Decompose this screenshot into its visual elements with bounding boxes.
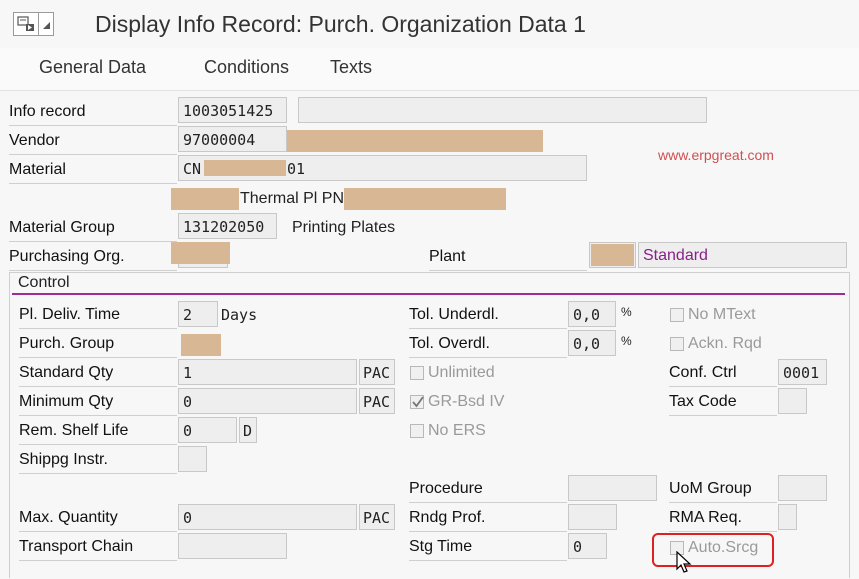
menu-dropdown-icon[interactable]	[38, 12, 54, 36]
conf-ctrl-label: Conf. Ctrl	[669, 360, 777, 387]
no-mtext-checkbox[interactable]	[670, 308, 684, 322]
pl-deliv-time-label: Pl. Deliv. Time	[19, 302, 177, 329]
highlight-box	[652, 533, 774, 567]
mouse-cursor-icon	[676, 551, 692, 573]
material-desc: Thermal Pl PN	[240, 190, 345, 207]
max-quantity-label: Max. Quantity	[19, 505, 177, 532]
purch-org-redacted	[171, 242, 230, 264]
plant-redacted	[591, 244, 634, 266]
tax-code-field[interactable]	[778, 388, 807, 414]
rndg-prof-label: Rndg Prof.	[409, 505, 567, 532]
tol-underdl-field[interactable]: 0,0	[568, 301, 616, 327]
check-icon	[412, 396, 424, 408]
tax-code-label: Tax Code	[669, 389, 777, 416]
plant-desc-field: Standard	[638, 242, 847, 268]
pl-deliv-time-field[interactable]: 2	[178, 301, 218, 327]
control-section-title: Control	[18, 274, 70, 291]
tol-overdl-percent: %	[621, 334, 632, 348]
material-value-suffix: 01	[287, 160, 306, 178]
vendor-name-redacted	[287, 130, 543, 152]
tol-overdl-label: Tol. Overdl.	[409, 331, 567, 358]
uom-group-field[interactable]	[778, 475, 827, 501]
display-change-icon[interactable]	[13, 12, 39, 36]
rndg-prof-field[interactable]	[568, 504, 617, 530]
material-value-prefix: CN	[183, 160, 202, 178]
no-ers-checkbox[interactable]	[410, 424, 424, 438]
material-value-redacted	[204, 160, 286, 176]
material-group-label: Material Group	[9, 215, 177, 242]
minimum-qty-field[interactable]: 0	[178, 388, 357, 414]
rem-shelf-life-label: Rem. Shelf Life	[19, 418, 177, 445]
gr-bsd-iv-checkbox[interactable]	[410, 395, 424, 409]
standard-qty-label: Standard Qty	[19, 360, 177, 387]
no-ers-label: No ERS	[428, 422, 486, 439]
material-desc-redacted-right	[344, 188, 506, 210]
info-record-label: Info record	[9, 99, 177, 126]
material-group-field[interactable]: 131202050	[178, 213, 277, 239]
info-record-field[interactable]: 1003051425	[178, 97, 287, 123]
rem-shelf-life-field[interactable]: 0	[178, 417, 237, 443]
material-label: Material	[9, 157, 177, 184]
purch-org-label: Purchasing Org.	[9, 244, 177, 271]
stg-time-field[interactable]: 0	[568, 533, 607, 559]
control-section-divider	[12, 293, 845, 295]
procedure-label: Procedure	[409, 476, 567, 503]
material-field[interactable]: CN 01	[178, 155, 587, 181]
info-record-desc-field	[298, 97, 707, 123]
unlimited-label: Unlimited	[428, 364, 495, 381]
tab-conditions[interactable]: Conditions	[204, 57, 289, 78]
rem-shelf-life-unit-field[interactable]: D	[239, 417, 257, 443]
rma-req-label: RMA Req.	[669, 505, 777, 532]
tol-underdl-label: Tol. Underdl.	[409, 302, 567, 329]
gr-bsd-iv-label: GR-Bsd IV	[428, 393, 505, 410]
standard-qty-field[interactable]: 1	[178, 359, 357, 385]
vendor-label: Vendor	[9, 128, 177, 155]
rma-req-field[interactable]	[778, 504, 797, 530]
vendor-field[interactable]: 97000004	[178, 126, 287, 152]
standard-qty-unit-field[interactable]: PAC	[359, 359, 395, 385]
purch-group-redacted[interactable]	[181, 334, 221, 356]
tab-general-data[interactable]: General Data	[39, 57, 146, 78]
watermark: www.erpgreat.com	[658, 147, 774, 163]
uom-group-label: UoM Group	[669, 476, 777, 503]
material-group-desc: Printing Plates	[292, 219, 396, 236]
material-desc-redacted-left	[171, 188, 239, 210]
stg-time-label: Stg Time	[409, 534, 567, 561]
shippg-instr-field[interactable]	[178, 446, 207, 472]
no-mtext-label: No MText	[688, 306, 756, 323]
plant-label: Plant	[429, 244, 587, 271]
ackn-rqd-label: Ackn. Rqd	[688, 335, 762, 352]
transport-chain-label: Transport Chain	[19, 534, 177, 561]
transport-chain-field[interactable]	[178, 533, 287, 559]
tab-texts[interactable]: Texts	[330, 57, 372, 78]
shippg-instr-label: Shippg Instr.	[19, 447, 177, 474]
minimum-qty-unit-field[interactable]: PAC	[359, 388, 395, 414]
page-title: Display Info Record: Purch. Organization…	[95, 11, 586, 37]
max-quantity-field[interactable]: 0	[178, 504, 357, 530]
unlimited-checkbox[interactable]	[410, 366, 424, 380]
ackn-rqd-checkbox[interactable]	[670, 337, 684, 351]
minimum-qty-label: Minimum Qty	[19, 389, 177, 416]
procedure-field[interactable]	[568, 475, 657, 501]
conf-ctrl-field[interactable]: 0001	[778, 359, 827, 385]
tol-underdl-percent: %	[621, 305, 632, 319]
tol-overdl-field[interactable]: 0,0	[568, 330, 616, 356]
purch-group-label: Purch. Group	[19, 331, 177, 358]
max-quantity-unit-field[interactable]: PAC	[359, 504, 395, 530]
pl-deliv-time-unit: Days	[221, 306, 258, 324]
